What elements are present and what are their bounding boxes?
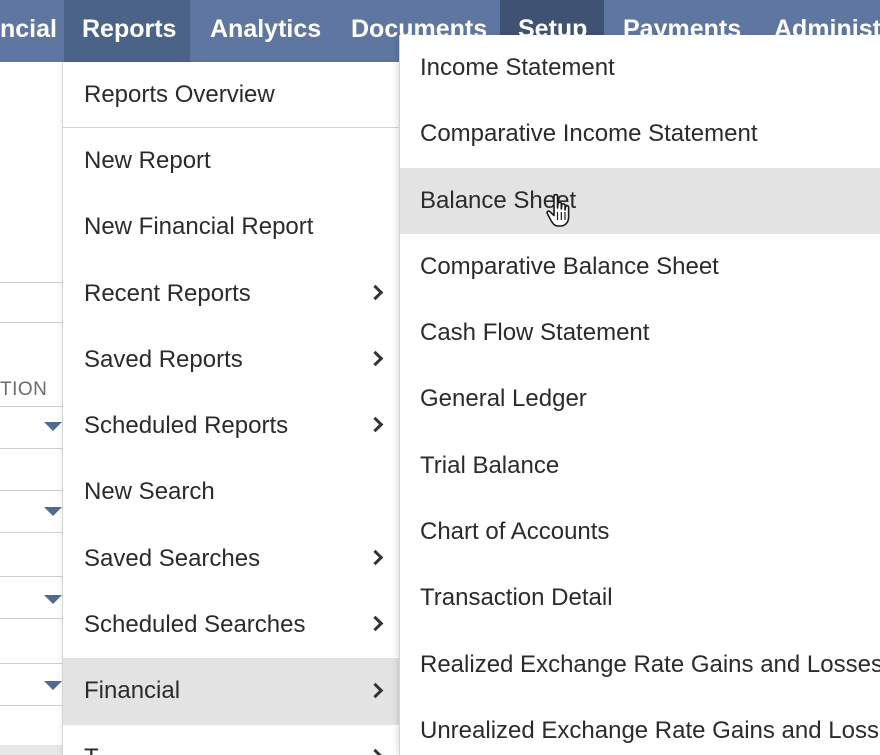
- menu-item-new-search[interactable]: New Search: [63, 459, 399, 525]
- background-divider: [0, 406, 62, 407]
- menu-item-saved-searches[interactable]: Saved Searches: [63, 526, 399, 592]
- menu-item-new-report[interactable]: New Report: [63, 128, 399, 194]
- chevron-right-icon: [367, 682, 384, 698]
- dropdown-caret-icon[interactable]: [44, 422, 62, 431]
- menu-item-scheduled-reports[interactable]: Scheduled Reports: [63, 393, 399, 459]
- menu-item-scheduled-searches[interactable]: Scheduled Searches: [63, 592, 399, 658]
- menu-item-label: Scheduled Reports: [84, 412, 289, 440]
- dropdown-caret-icon[interactable]: [44, 595, 62, 604]
- menu-item-label: New Report: [84, 147, 211, 174]
- submenu-item-cash-flow-statement[interactable]: Cash Flow Statement: [400, 300, 880, 366]
- menu-item-label: Scheduled Searches: [84, 611, 306, 639]
- menu-item-new-financial-report[interactable]: New Financial Report: [63, 194, 399, 260]
- menu-item-label: Reports Overview: [84, 81, 275, 108]
- background-divider: [0, 576, 62, 577]
- background-divider: [0, 322, 62, 323]
- submenu-item-balance-sheet[interactable]: Balance Sheet: [400, 167, 880, 234]
- background-divider: [0, 490, 62, 491]
- submenu-item-chart-of-accounts[interactable]: Chart of Accounts: [400, 499, 880, 565]
- menu-item-reports-overview[interactable]: Reports Overview: [63, 62, 399, 128]
- submenu-item-income-statement[interactable]: Income Statement: [400, 35, 880, 101]
- app-window: ncial Reports Analytics Documents Setup …: [0, 0, 880, 755]
- dropdown-caret-icon[interactable]: [44, 681, 62, 690]
- menu-item-label: Saved Searches: [84, 544, 261, 572]
- menu-item-label: T: [84, 744, 99, 755]
- background-row: [0, 745, 62, 755]
- background-divider: [0, 532, 62, 533]
- menu-item-label: Saved Reports: [84, 345, 243, 373]
- background-divider: [0, 618, 62, 619]
- menu-item-financial[interactable]: Financial: [63, 658, 399, 725]
- chevron-right-icon: [367, 748, 384, 755]
- chevron-right-icon: [367, 417, 384, 433]
- menu-item-label: Financial: [84, 677, 181, 705]
- submenu-item-realized-exchange-rate-gains-losses[interactable]: Realized Exchange Rate Gains and Losses: [400, 632, 880, 698]
- nav-tab-analytics[interactable]: Analytics: [192, 0, 339, 62]
- chevron-right-icon: [367, 350, 384, 367]
- menu-item-label: New Search: [84, 478, 215, 506]
- background-divider: [0, 448, 62, 449]
- chevron-right-icon: [367, 549, 384, 566]
- menu-item-recent-reports[interactable]: Recent Reports: [63, 261, 399, 327]
- background-divider: [0, 705, 62, 706]
- dropdown-caret-icon[interactable]: [44, 507, 62, 516]
- chevron-right-icon: [367, 615, 384, 632]
- submenu-item-unrealized-exchange-rate-gains-losses[interactable]: Unrealized Exchange Rate Gains and Losse…: [400, 698, 880, 755]
- submenu-item-trial-balance[interactable]: Trial Balance: [400, 433, 880, 499]
- background-divider: [0, 663, 62, 664]
- financial-submenu: Income Statement Comparative Income Stat…: [399, 35, 880, 755]
- background-column-header: TION: [0, 379, 48, 400]
- menu-item-label: Recent Reports: [84, 279, 251, 307]
- menu-item-saved-reports[interactable]: Saved Reports: [63, 327, 399, 393]
- submenu-item-transaction-detail[interactable]: Transaction Detail: [400, 565, 880, 631]
- chevron-right-icon: [367, 284, 384, 301]
- reports-dropdown-menu: Reports Overview New Report New Financia…: [62, 62, 399, 755]
- submenu-item-general-ledger[interactable]: General Ledger: [400, 366, 880, 432]
- background-divider: [0, 282, 62, 283]
- menu-item-label: New Financial Report: [84, 213, 314, 241]
- submenu-item-comparative-income-statement[interactable]: Comparative Income Statement: [400, 101, 880, 167]
- nav-tab-reports[interactable]: Reports: [64, 0, 190, 62]
- submenu-item-comparative-balance-sheet[interactable]: Comparative Balance Sheet: [400, 234, 880, 300]
- menu-item-partial[interactable]: T: [63, 725, 399, 755]
- hand-pointer-cursor-icon: [546, 193, 570, 227]
